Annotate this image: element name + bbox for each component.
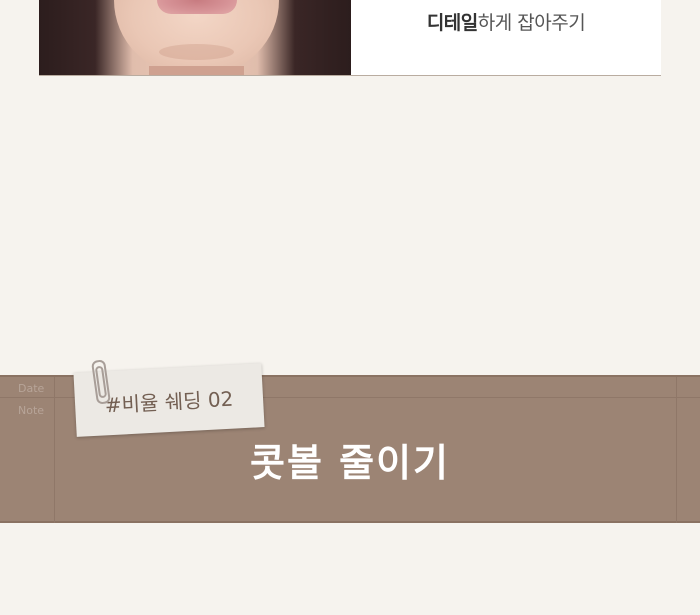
caption-rest: 하게 잡아주기 bbox=[477, 12, 586, 34]
photo-neck bbox=[149, 66, 244, 75]
photo-chin bbox=[159, 44, 234, 60]
date-label: Date bbox=[18, 382, 45, 395]
top-card: 디테일하게 잡아주기 bbox=[39, 0, 661, 76]
caption: 디테일하게 잡아주기 bbox=[351, 8, 661, 35]
note-label: Note bbox=[18, 404, 45, 417]
photo-lips bbox=[157, 0, 237, 14]
caption-area: 디테일하게 잡아주기 bbox=[351, 0, 661, 75]
caption-strong: 디테일 bbox=[426, 12, 478, 34]
section-title: 콧볼 줄이기 bbox=[249, 441, 451, 485]
model-lips-photo bbox=[39, 0, 351, 75]
